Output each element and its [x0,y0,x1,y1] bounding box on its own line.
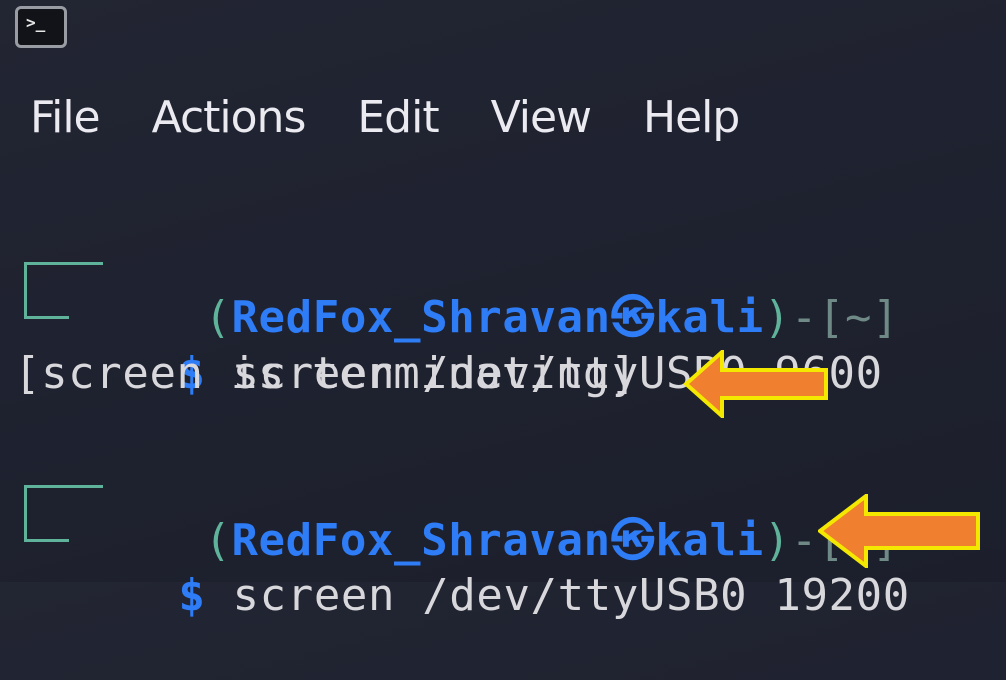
arrow-annotation-icon [818,494,980,568]
menu-edit[interactable]: Edit [357,92,439,143]
command-line: $ screen /dev/ttyUSB0 19200 [70,512,910,680]
arrow-annotation-icon [684,350,828,418]
menu-actions[interactable]: Actions [152,92,307,143]
output-line: [screen is terminating] [14,348,638,399]
menu-file[interactable]: File [30,92,101,143]
menu-view[interactable]: View [491,92,592,143]
prompt-frame-bottom [24,513,69,542]
terminal-icon: >_ [26,13,46,32]
arrow-shape [684,350,828,418]
prompt-frame-bottom [24,290,69,319]
command-text: screen /dev/ttyUSB0 19200 [205,570,910,621]
menu-help[interactable]: Help [643,92,740,143]
arrow-shape [818,494,980,568]
prompt-dollar: $ [178,570,206,621]
menu-bar: File Actions Edit View Help [30,92,791,143]
terminal-app-icon[interactable]: >_ [15,6,67,48]
